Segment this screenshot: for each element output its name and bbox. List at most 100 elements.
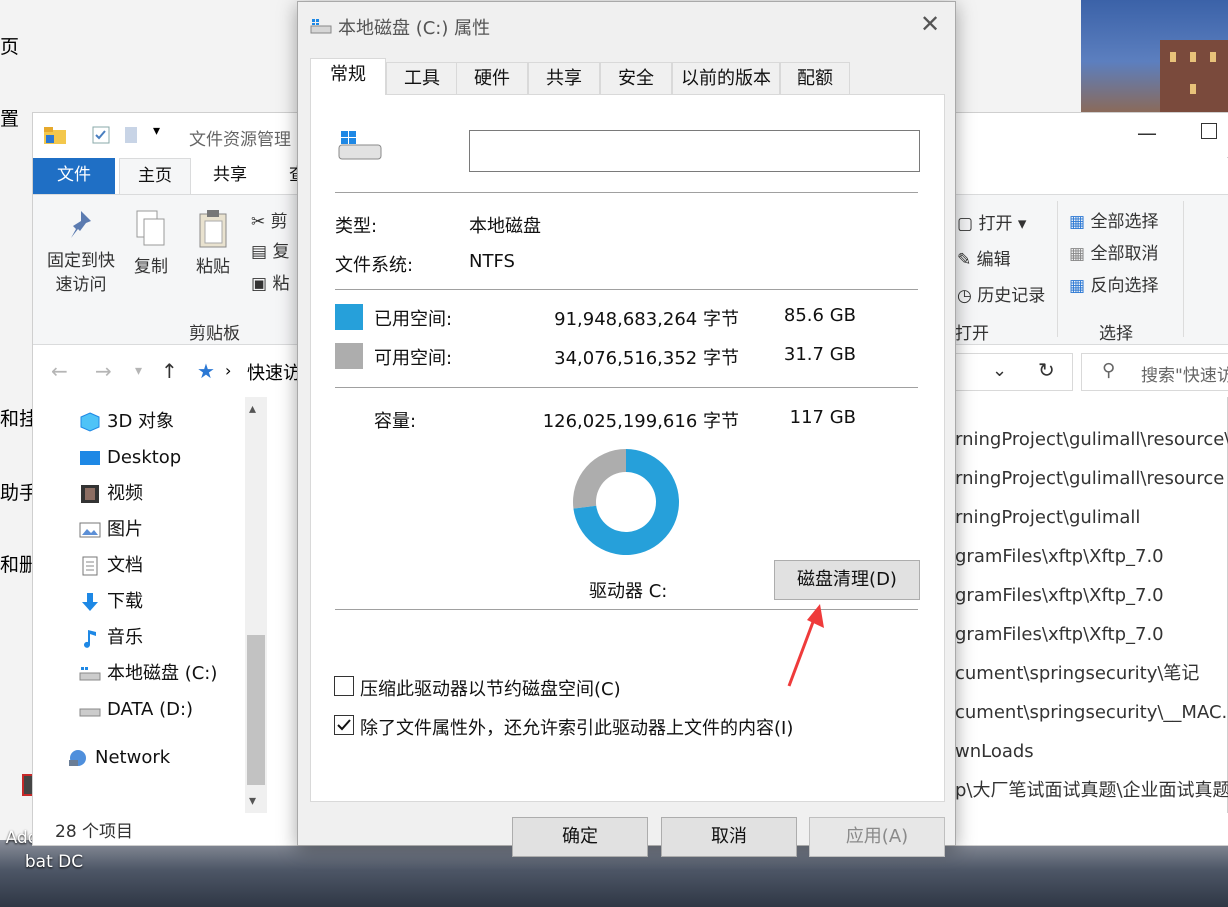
cut-button[interactable]: ✂ 剪	[251, 207, 288, 232]
minimize-icon[interactable]: —	[1137, 121, 1157, 145]
address-dropdown[interactable]: ⌄ ↻	[937, 353, 1073, 391]
refresh-icon[interactable]: ↻	[1038, 358, 1055, 382]
close-icon[interactable]: ✕	[920, 10, 940, 38]
background-text: 和删	[0, 554, 34, 576]
download-icon	[82, 593, 98, 611]
tab-previous-versions[interactable]: 以前的版本	[672, 62, 780, 94]
select-none-icon: ▦	[1069, 244, 1086, 264]
paste-shortcut-button[interactable]: ▣ 粘	[251, 269, 289, 294]
scroll-down-icon[interactable]: ▾	[249, 793, 256, 809]
history-label: 历史记录	[977, 286, 1046, 306]
tab-security[interactable]: 安全	[600, 62, 672, 94]
ribbon-separator	[1183, 201, 1184, 337]
tab-hardware[interactable]: 硬件	[456, 62, 528, 94]
used-space-bytes: 91,948,683,264 字节	[554, 309, 739, 330]
tab-quota[interactable]: 配额	[780, 62, 850, 94]
new-folder-quick-icon[interactable]	[123, 125, 139, 145]
search-placeholder: 搜索"快速访	[1141, 366, 1228, 386]
cut-label: 剪	[270, 212, 288, 232]
invert-selection-button[interactable]: ▦ 反向选择	[1069, 271, 1158, 296]
up-arrow-icon[interactable]: ↑	[161, 359, 178, 383]
tab-sharing[interactable]: 共享	[528, 62, 600, 94]
tab-file[interactable]: 文件	[33, 158, 115, 194]
nav-item-desktop[interactable]: Desktop	[79, 441, 181, 475]
copy-button[interactable]: 复制	[127, 209, 175, 279]
nav-scrollbar-thumb[interactable]	[247, 635, 265, 785]
nav-item-documents[interactable]: 文档	[79, 549, 143, 583]
list-item[interactable]: wnLoads	[955, 739, 1228, 765]
compress-label[interactable]: 压缩此驱动器以节约磁盘空间(C)	[360, 675, 621, 701]
cancel-button[interactable]: 取消	[661, 817, 797, 857]
nav-item-local-disk-c[interactable]: 本地磁盘 (C:)	[79, 657, 217, 691]
folder-icon	[44, 127, 66, 144]
scroll-up-icon[interactable]: ▴	[249, 401, 256, 417]
apply-button[interactable]: 应用(A)	[809, 817, 945, 857]
nav-item-data-d[interactable]: DATA (D:)	[79, 693, 193, 727]
list-item[interactable]: p\大厂笔试面试真题\企业面试真题	[955, 778, 1228, 804]
tab-home[interactable]: 主页	[119, 158, 191, 194]
index-checkbox[interactable]	[334, 715, 354, 735]
list-item[interactable]: cument\springsecurity\笔记	[955, 661, 1228, 687]
explorer-title: 文件资源管理	[189, 130, 291, 150]
invert-selection-icon: ▦	[1069, 276, 1086, 296]
list-item[interactable]: gramFiles\xftp\Xftp_7.0	[955, 583, 1228, 609]
forward-arrow-icon[interactable]: →	[95, 359, 112, 383]
nav-item-3d-objects[interactable]: 3D 对象	[79, 405, 174, 439]
paste-button[interactable]: 粘贴	[189, 209, 237, 279]
background-text: 页	[0, 36, 20, 58]
compress-checkbox[interactable]	[334, 676, 354, 696]
network-icon	[69, 750, 86, 766]
edit-button[interactable]: ✎ 编辑	[957, 245, 1011, 270]
clipboard-group-label: 剪贴板	[189, 324, 240, 344]
list-item[interactable]: rningProject\gulimall\resource\	[955, 427, 1228, 453]
list-item[interactable]: gramFiles\xftp\Xftp_7.0	[955, 544, 1228, 570]
picture-icon	[79, 522, 101, 538]
ok-button[interactable]: 确定	[512, 817, 648, 857]
back-arrow-icon[interactable]: ←	[51, 359, 68, 383]
select-none-button[interactable]: ▦ 全部取消	[1069, 239, 1158, 264]
tab-tools[interactable]: 工具	[386, 62, 458, 94]
list-item[interactable]: cument\springsecurity\__MAC...\	[955, 700, 1228, 726]
capacity-label: 容量:	[374, 411, 417, 432]
index-label[interactable]: 除了文件属性外，还允许索引此驱动器上文件的内容(I)	[360, 714, 793, 740]
pin-quick-access-button[interactable]: 固定到快 速访问	[41, 209, 121, 297]
nav-item-label: 音乐	[107, 627, 143, 648]
copy-icon	[136, 210, 165, 246]
nav-item-network[interactable]: Network	[67, 741, 170, 775]
nav-item-label: 下载	[107, 591, 143, 612]
nav-item-pictures[interactable]: 图片	[79, 513, 143, 547]
pin-label-line1: 固定到快	[47, 251, 115, 271]
nav-item-music[interactable]: 音乐	[79, 621, 143, 655]
list-item[interactable]: gramFiles\xftp\Xftp_7.0	[955, 622, 1228, 648]
filesystem-value: NTFS	[469, 251, 515, 272]
free-space-slice	[573, 449, 626, 509]
maximize-icon[interactable]	[1201, 123, 1217, 139]
nav-item-videos[interactable]: 视频	[79, 477, 143, 511]
copy-path-button[interactable]: ▤ 复	[251, 237, 289, 262]
select-none-label: 全部取消	[1090, 244, 1159, 264]
dialog-title: 本地磁盘 (C:) 属性	[338, 18, 491, 39]
nav-item-label: 视频	[107, 483, 143, 504]
select-all-icon: ▦	[1069, 212, 1086, 232]
disk-cleanup-button[interactable]: 磁盘清理(D)	[774, 560, 920, 600]
volume-label-input[interactable]	[469, 130, 920, 172]
list-item[interactable]: rningProject\gulimall	[955, 505, 1228, 531]
tab-general[interactable]: 常规	[310, 58, 386, 95]
tab-share[interactable]: 共享	[199, 158, 261, 194]
recent-dropdown-icon[interactable]: ▾	[135, 363, 142, 379]
properties-quick-icon[interactable]	[91, 125, 111, 145]
select-all-button[interactable]: ▦ 全部选择	[1069, 207, 1158, 232]
free-space-swatch	[335, 343, 363, 369]
paste-label: 粘贴	[196, 257, 230, 277]
nav-item-downloads[interactable]: 下载	[79, 585, 143, 619]
open-button[interactable]: ▢ 打开 ▾	[957, 209, 1026, 234]
drive-properties-dialog: 本地磁盘 (C:) 属性 ✕ 常规 工具 硬件 共享 安全 以前的版本 配额 类…	[297, 1, 956, 857]
chevron-down-icon: ⌄	[992, 360, 1008, 381]
history-button[interactable]: ◷ 历史记录	[957, 281, 1045, 306]
cube-icon	[80, 412, 100, 432]
quick-access-dropdown-icon[interactable]: ▾	[153, 123, 160, 139]
video-icon	[81, 485, 99, 503]
navigation-pane: 3D 对象 Desktop 视频 图片 文档 下载 音乐 本地磁盘 (C:) D…	[33, 397, 269, 813]
address-text[interactable]: 快速访	[247, 359, 301, 385]
list-item[interactable]: rningProject\gulimall\resource	[955, 466, 1228, 492]
